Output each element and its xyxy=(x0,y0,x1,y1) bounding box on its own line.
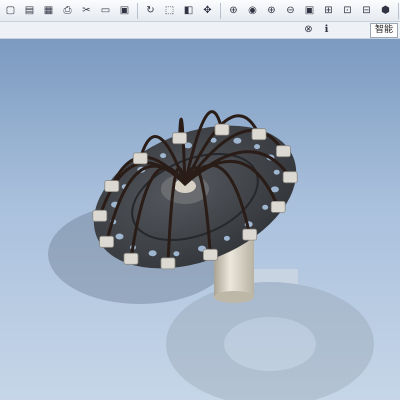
hose-clip xyxy=(270,200,286,213)
reorient-icon[interactable]: ⊞ xyxy=(320,2,337,20)
zoom-in-icon[interactable]: ⊕ xyxy=(263,2,280,20)
toolbar-separator xyxy=(398,2,399,19)
disk-hole xyxy=(254,144,260,150)
hose-clip xyxy=(251,128,267,141)
new-icon[interactable]: ▢ xyxy=(2,2,19,20)
toolbar-separator xyxy=(220,2,221,19)
secondary-toolbar: ⊗ ℹ 智能 xyxy=(0,22,400,39)
disk-hole xyxy=(223,235,230,241)
hose-clip xyxy=(160,257,176,270)
save-icon[interactable]: ▦ xyxy=(40,2,57,20)
zoom-out-icon[interactable]: ⊖ xyxy=(282,2,299,20)
cad-application-window: ▢▤▦⎙✂▭▣↻⬚◧✥⊕◉⊕⊖▣⊞⊡⊟⬢▢▢▢◼↗ ⊗ ℹ 智能 xyxy=(0,0,400,400)
toolbar-separator xyxy=(137,2,138,19)
layers-icon[interactable]: ⊟ xyxy=(358,2,375,20)
disk-hole xyxy=(115,233,124,240)
close-icon[interactable]: ⊗ xyxy=(300,22,317,38)
hose-clip xyxy=(104,180,120,193)
repaint-icon[interactable]: ◧ xyxy=(180,2,197,20)
disk-hole xyxy=(173,251,180,257)
view-manager-icon[interactable]: ◉ xyxy=(244,2,261,20)
regenerate-icon[interactable]: ↻ xyxy=(142,2,159,20)
reflected-hub xyxy=(224,317,316,371)
disk-hole xyxy=(233,137,242,144)
orient-icon[interactable]: ⊕ xyxy=(225,2,242,20)
assembly-model xyxy=(48,110,374,400)
3d-model-viewport[interactable] xyxy=(0,39,400,400)
hose-clip xyxy=(123,252,139,265)
hose-clip xyxy=(275,145,291,158)
hose-clip xyxy=(172,132,188,145)
disk-hole xyxy=(148,250,157,257)
hose-clip xyxy=(99,235,114,248)
saved-views-icon[interactable]: ⊡ xyxy=(339,2,356,20)
print-icon[interactable]: ⎙ xyxy=(59,2,76,20)
hose-clip xyxy=(92,209,108,222)
disk-hole xyxy=(262,204,269,210)
spin-center-icon[interactable]: ✥ xyxy=(199,2,216,20)
hose-clip xyxy=(282,171,298,184)
main-toolbar: ▢▤▦⎙✂▭▣↻⬚◧✥⊕◉⊕⊖▣⊞⊡⊟⬢▢▢▢◼↗ xyxy=(0,0,400,22)
copy-icon[interactable]: ▭ xyxy=(97,2,114,20)
hose-clip xyxy=(132,152,148,165)
disk-hole xyxy=(160,153,167,159)
info-icon[interactable]: ℹ xyxy=(318,22,335,38)
appearance-icon[interactable]: ⬢ xyxy=(377,2,394,20)
hose-clip xyxy=(214,123,230,136)
cut-icon[interactable]: ✂ xyxy=(78,2,95,20)
paste-icon[interactable]: ▣ xyxy=(116,2,133,20)
smart-filter-button[interactable]: 智能 xyxy=(369,23,398,38)
hose-clip xyxy=(202,248,218,261)
select-icon[interactable]: ⬚ xyxy=(161,2,178,20)
hose-clip xyxy=(242,228,258,241)
disk-hole xyxy=(273,169,280,175)
open-icon[interactable]: ▤ xyxy=(21,2,38,20)
refit-icon[interactable]: ▣ xyxy=(301,2,318,20)
